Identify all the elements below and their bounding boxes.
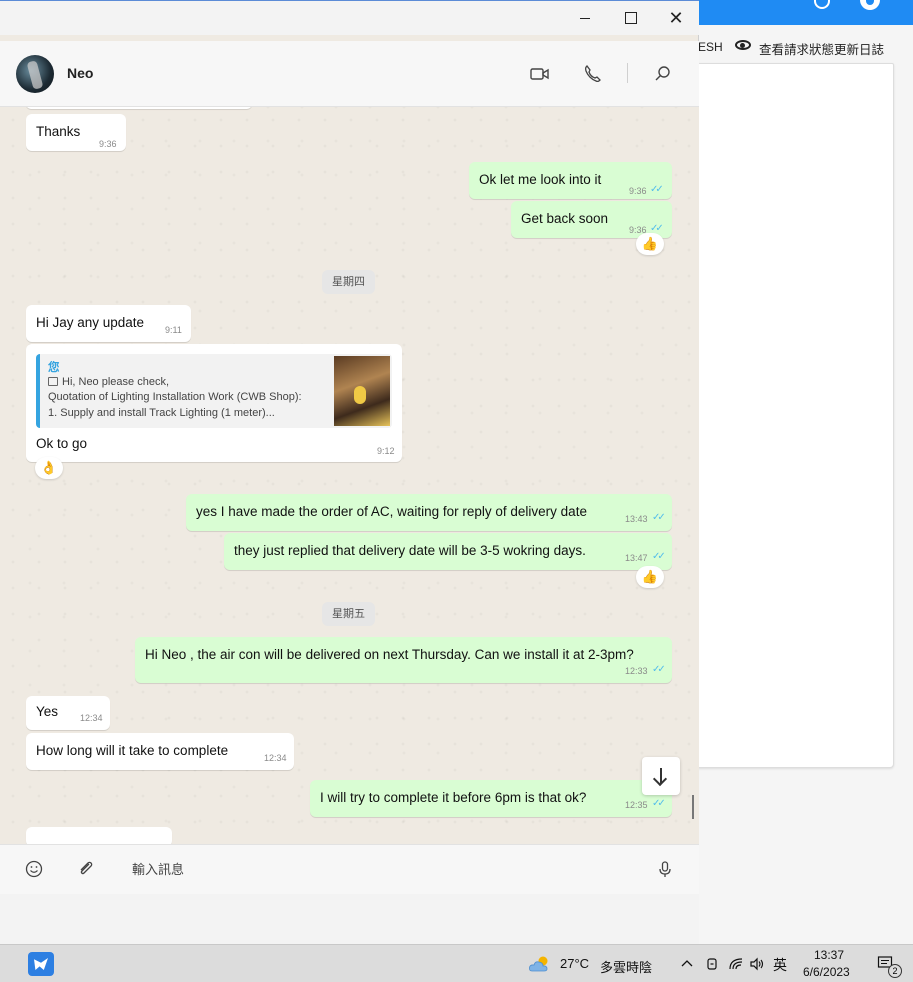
message-input[interactable] — [120, 855, 620, 883]
message-bubble[interactable]: Hi Jay any update 9:11 — [26, 305, 191, 342]
notification-count-badge: 2 — [888, 964, 902, 978]
quoted-message[interactable]: 您 Hi, Neo please check, Quotation of Lig… — [36, 354, 392, 428]
message-time: 12:34 — [264, 753, 287, 763]
wifi-icon[interactable] — [728, 956, 744, 972]
read-receipt-icon: ✓✓ — [650, 184, 664, 195]
message-bubble-with-quote[interactable]: 您 Hi, Neo please check, Quotation of Lig… — [26, 344, 402, 462]
eye-icon[interactable] — [735, 40, 751, 50]
window-bottom-area — [0, 894, 699, 944]
message-bubble-partial — [26, 107, 252, 109]
pinned-app-icon[interactable] — [28, 952, 54, 976]
video-call-icon[interactable] — [529, 63, 551, 85]
date-divider: 星期五 — [322, 602, 375, 626]
input-method-indicator[interactable]: 英 — [773, 955, 787, 975]
status-log-link[interactable]: 查看請求狀態更新日誌 — [759, 39, 884, 58]
chevron-up-icon[interactable] — [679, 956, 695, 972]
device-icon[interactable] — [704, 956, 720, 972]
read-receipt-icon: ✓✓ — [652, 551, 666, 562]
quote-line: Quotation of Lighting Installation Work … — [48, 391, 302, 403]
voice-call-icon[interactable] — [581, 63, 603, 85]
clock-time[interactable]: 13:37 — [814, 948, 844, 962]
message-bubble[interactable]: they just replied that delivery date wil… — [224, 533, 672, 570]
weather-cloud-icon[interactable] — [528, 955, 554, 973]
volume-icon[interactable] — [749, 956, 765, 972]
message-time: 12:33 — [625, 666, 648, 676]
message-bubble[interactable]: yes I have made the order of AC, waiting… — [186, 494, 672, 531]
message-composer — [0, 844, 699, 894]
close-button[interactable]: ✕ — [653, 1, 699, 35]
paperclip-icon[interactable] — [76, 859, 96, 879]
refresh-icon[interactable] — [814, 0, 830, 9]
scrollbar[interactable] — [692, 795, 694, 819]
contact-avatar[interactable] — [16, 55, 54, 93]
minimize-button[interactable] — [562, 1, 608, 35]
chat-app-window: ✕ Neo Thanks 9:36 Ok let me look into it… — [0, 0, 699, 944]
message-bubble[interactable]: Ok let me look into it 9:36 ✓✓ — [469, 162, 672, 199]
chat-messages-area[interactable]: Thanks 9:36 Ok let me look into it 9:36 … — [0, 107, 699, 844]
window-titlebar: ✕ — [0, 0, 699, 35]
search-icon[interactable] — [652, 63, 674, 85]
scroll-to-bottom-button[interactable] — [642, 757, 680, 795]
message-time: 13:43 — [625, 514, 648, 524]
message-bubble[interactable]: Yes 12:34 — [26, 696, 110, 730]
contact-name[interactable]: Neo — [67, 65, 93, 81]
microphone-icon[interactable] — [655, 859, 675, 879]
message-bubble[interactable]: Thanks 9:36 — [26, 114, 126, 151]
message-time: 12:34 — [80, 713, 103, 723]
header-divider — [627, 63, 628, 83]
quote-line: Hi, Neo please check, — [62, 376, 169, 388]
reaction-badge[interactable]: 👌 — [35, 457, 63, 479]
message-bubble[interactable]: Hi Neo , the air con will be delivered o… — [135, 637, 672, 683]
taskbar: 27°C 多雲時陰 英 13:37 6/6/2023 2 — [0, 944, 913, 982]
read-receipt-icon: ✓✓ — [652, 798, 666, 809]
background-app-card — [698, 63, 894, 768]
desktop: ESH 查看請求狀態更新日誌 ✕ Neo Thanks 9:36 Ok let … — [0, 0, 913, 982]
quote-author: 您 — [48, 362, 60, 374]
message-bubble[interactable]: I will try to complete it before 6pm is … — [310, 780, 672, 817]
background-app-topbar — [698, 0, 913, 25]
quote-thumbnail — [334, 356, 390, 426]
message-time: 9:36 — [629, 186, 647, 196]
message-bubble[interactable]: How long will it take to complete 12:34 — [26, 733, 294, 770]
message-time: 13:47 — [625, 553, 648, 563]
message-time: 9:12 — [377, 446, 395, 456]
reaction-badge[interactable]: 👍 — [636, 233, 664, 255]
background-app-toolbar: ESH 查看請求狀態更新日誌 — [698, 36, 913, 58]
temperature[interactable]: 27°C — [560, 956, 589, 971]
message-time: 9:36 — [99, 139, 117, 149]
read-receipt-icon: ✓✓ — [652, 512, 666, 523]
message-time: 12:35 — [625, 800, 648, 810]
date-divider: 星期四 — [322, 270, 375, 294]
clock-date[interactable]: 6/6/2023 — [803, 965, 850, 979]
chat-header: Neo — [0, 41, 699, 107]
weather-description[interactable]: 多雲時陰 — [600, 957, 652, 976]
message-bubble-partial — [26, 827, 172, 844]
reaction-badge[interactable]: 👍 — [636, 566, 664, 588]
emoji-icon[interactable] — [24, 859, 44, 879]
image-icon — [48, 377, 58, 386]
read-receipt-icon: ✓✓ — [652, 664, 666, 675]
user-account-icon[interactable] — [860, 0, 880, 10]
maximize-button[interactable] — [607, 1, 653, 35]
quote-line: 1. Supply and install Track Lighting (1 … — [48, 407, 275, 419]
background-app-window: ESH 查看請求狀態更新日誌 — [698, 0, 913, 944]
refresh-button-label[interactable]: ESH — [698, 40, 723, 54]
message-time: 9:11 — [165, 325, 182, 335]
